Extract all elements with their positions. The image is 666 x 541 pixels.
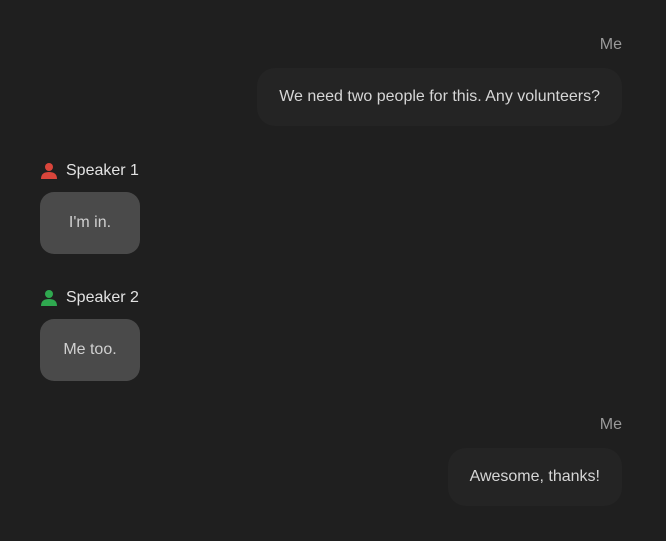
chat-thread: Me We need two people for this. Any volu… xyxy=(0,0,666,541)
message-bubble-me[interactable]: Awesome, thanks! xyxy=(447,448,622,506)
sender-label-me: Me xyxy=(599,416,622,433)
speaker-header-1: Speaker 1 xyxy=(40,162,139,180)
speaker-name: Speaker 1 xyxy=(66,162,139,179)
person-icon xyxy=(40,289,58,307)
speaker-name: Speaker 2 xyxy=(66,289,139,306)
sender-label-me: Me xyxy=(599,36,622,53)
speaker-header-2: Speaker 2 xyxy=(40,289,139,307)
message-bubble-me[interactable]: We need two people for this. Any volunte… xyxy=(257,68,622,126)
message-bubble-speaker-1[interactable]: I'm in. xyxy=(40,192,140,254)
message-bubble-speaker-2[interactable]: Me too. xyxy=(40,319,140,381)
person-icon xyxy=(40,162,58,180)
